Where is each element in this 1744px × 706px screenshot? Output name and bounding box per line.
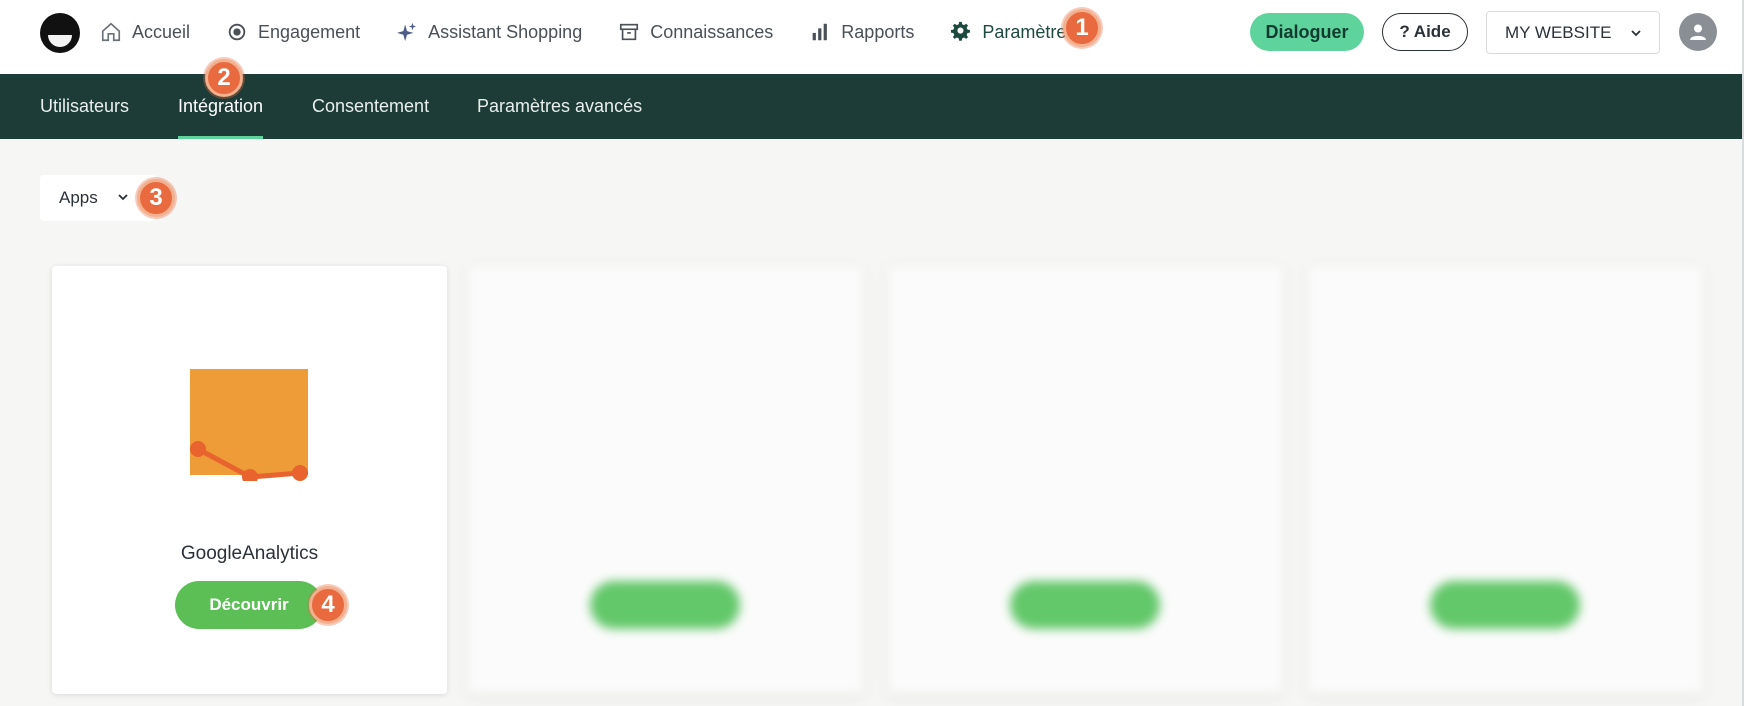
app-card-google-analytics: GoogleAnalytics Découvrir: [52, 266, 447, 694]
bar-chart-icon: [812, 23, 828, 41]
nav-item-connaissances[interactable]: Connaissances: [618, 21, 773, 43]
tab-consentement[interactable]: Consentement: [312, 74, 429, 139]
nav-label: Connaissances: [650, 21, 774, 42]
user-avatar[interactable]: [1679, 13, 1717, 51]
target-icon: [228, 23, 246, 41]
gear-icon: [951, 21, 971, 41]
annotation-badge: 1: [1063, 9, 1101, 47]
discover-button[interactable]: [1430, 581, 1580, 629]
annotation-badge: 4: [309, 586, 347, 624]
website-selector-value: MY WEBSITE: [1505, 22, 1612, 42]
tab-parametres-avances[interactable]: Paramètres avancés: [477, 74, 642, 139]
nav-item-rapports[interactable]: Rapports: [809, 21, 914, 43]
chevron-down-icon: [118, 194, 128, 201]
discover-button[interactable]: [1010, 581, 1160, 629]
nav-item-assistant-shopping[interactable]: Assistant Shopping: [396, 21, 582, 43]
tab-utilisateurs[interactable]: Utilisateurs: [40, 74, 129, 139]
discover-button[interactable]: Découvrir: [175, 581, 323, 629]
main-nav: Accueil Engagement Assistant Shopping Co…: [100, 0, 1111, 64]
sparkle-icon: [397, 22, 417, 42]
annotation-badge: 3: [137, 179, 175, 217]
dialoguer-button[interactable]: Dialoguer: [1250, 13, 1364, 51]
nav-label: Rapports: [841, 21, 915, 42]
nav-label: Assistant Shopping: [428, 21, 583, 42]
nav-label: Accueil: [132, 21, 191, 42]
help-button[interactable]: ? Aide: [1382, 13, 1468, 51]
user-icon: [1690, 24, 1706, 40]
app-card-title: GoogleAnalytics: [180, 543, 319, 564]
archive-icon: [620, 23, 639, 41]
top-navigation-bar: Accueil Engagement Assistant Shopping Co…: [0, 0, 1744, 74]
chevron-down-icon: [1631, 30, 1641, 37]
google-analytics-logo: [52, 361, 447, 485]
annotation-badge: 2: [205, 59, 243, 97]
apps-filter-label: Apps: [59, 188, 98, 207]
app-card-blurred: [468, 266, 863, 694]
nav-label: Engagement: [258, 21, 361, 42]
nav-item-accueil[interactable]: Accueil: [100, 21, 190, 43]
nav-item-engagement[interactable]: Engagement: [226, 21, 360, 43]
home-icon: [101, 22, 121, 42]
app-logo[interactable]: [40, 13, 80, 53]
app-card-blurred: [888, 266, 1283, 694]
settings-subnav: Utilisateurs Intégration Consentement Pa…: [0, 74, 1742, 139]
app-card-blurred: [1308, 266, 1703, 694]
nav-label: Paramètres: [982, 21, 1076, 42]
nav-item-parametres[interactable]: Paramètres: [950, 21, 1075, 43]
website-selector[interactable]: MY WEBSITE: [1486, 11, 1660, 54]
discover-button[interactable]: [590, 581, 740, 629]
